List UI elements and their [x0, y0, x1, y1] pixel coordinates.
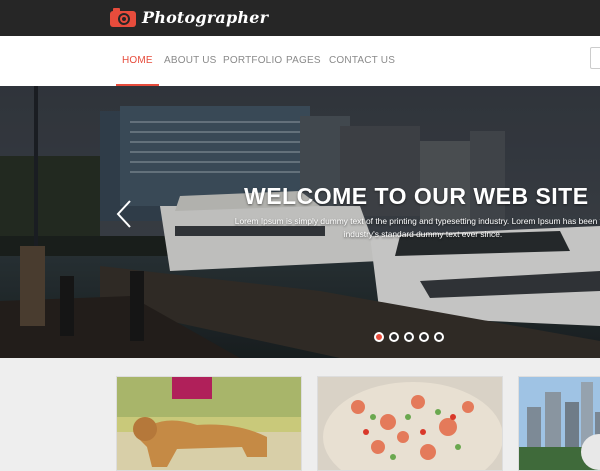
dog-photo — [117, 377, 301, 470]
slider-dot-3[interactable] — [404, 332, 414, 342]
hero-title: WELCOME TO OUR WEB SITE — [244, 183, 589, 209]
logo-text: Photographer — [142, 7, 269, 27]
camera-icon — [110, 8, 136, 27]
thumbnail-dog[interactable] — [116, 376, 302, 471]
slider-dot-4[interactable] — [419, 332, 429, 342]
chevron-left-icon[interactable] — [115, 199, 135, 229]
main-nav: HOME ABOUT US PORTFOLIO PAGES CONTACT US — [0, 36, 600, 86]
hero-slider: WELCOME TO OUR WEB SITE Lorem Ipsum is s… — [0, 86, 600, 358]
search-box[interactable] — [590, 47, 600, 69]
slider-dot-1[interactable] — [374, 332, 384, 342]
food-photo — [318, 377, 502, 470]
nav-item-portfolio[interactable]: PORTFOLIO — [223, 36, 282, 86]
nav-item-home[interactable]: HOME — [116, 36, 159, 86]
nav-item-about-us[interactable]: ABOUT US — [164, 36, 217, 86]
thumbnail-food[interactable] — [317, 376, 503, 471]
nav-item-contact-us[interactable]: CONTACT US — [329, 36, 395, 86]
nav-item-pages[interactable]: PAGES — [286, 36, 321, 86]
thumbnail-city[interactable] — [518, 376, 600, 471]
logo[interactable]: Photographer — [109, 6, 268, 28]
slider-dot-2[interactable] — [389, 332, 399, 342]
slider-dot-5[interactable] — [434, 332, 444, 342]
slider-dots — [374, 332, 444, 342]
city-photo — [519, 377, 600, 470]
hero-description: Lorem Ipsum is simply dummy text of the … — [234, 216, 600, 239]
top-bar: Photographer — [0, 0, 600, 36]
